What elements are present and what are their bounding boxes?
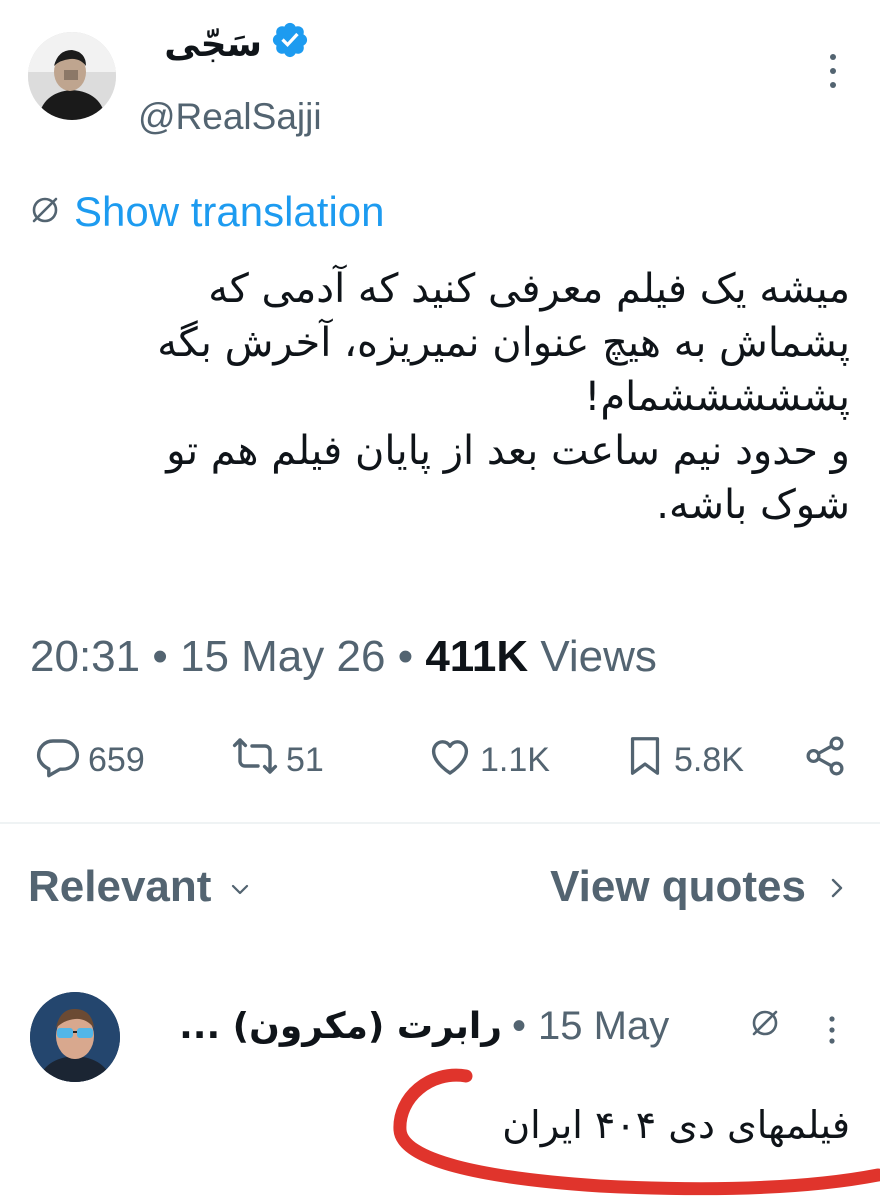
- reply-sort-dropdown[interactable]: Relevant: [28, 862, 251, 912]
- show-translation-button[interactable]: Show translation: [28, 184, 385, 240]
- more-options-icon[interactable]: [818, 46, 848, 96]
- bookmark-button[interactable]: 5.8K: [622, 732, 744, 789]
- reply-meta: • 15 May: [512, 998, 669, 1054]
- verified-badge-icon: [270, 20, 310, 69]
- reply-icon: [34, 732, 82, 789]
- tweet-detail-page: سَجّی @RealSajji Show translation میشه ی…: [0, 0, 880, 1199]
- tweet-time[interactable]: 20:31: [30, 632, 140, 681]
- bookmark-count: 5.8K: [674, 740, 744, 779]
- sort-label: Relevant: [28, 862, 212, 911]
- tweet-meta: 20:31 • 15 May 26 • 411K Views: [30, 632, 657, 682]
- tweet-text-line: میشه یک فیلم معرفی کنید که آدمی که: [208, 266, 850, 312]
- tweet-text: میشه یک فیلم معرفی کنید که آدمی که پشماش…: [40, 262, 850, 532]
- chevron-right-icon: [828, 862, 846, 912]
- author-name-text: سَجّی: [164, 23, 262, 65]
- reply-author-name[interactable]: رابرت (مکرون) ...: [152, 998, 502, 1054]
- tweet-text-line: شوک باشه.: [656, 482, 850, 528]
- meta-separator: •: [152, 632, 168, 681]
- repost-icon: [230, 732, 280, 789]
- reply-text: فیلمهای دی ۴۰۴ ایران: [502, 1103, 850, 1147]
- tweet-date[interactable]: 15 May 26: [180, 632, 385, 681]
- share-icon: [802, 732, 848, 789]
- reply-count: 659: [88, 740, 145, 779]
- meta-separator: •: [512, 1003, 527, 1048]
- show-translation-label: Show translation: [74, 188, 385, 235]
- section-divider: [0, 822, 880, 824]
- translate-icon: [748, 1006, 782, 1044]
- views-count: 411K: [425, 632, 529, 681]
- author-handle[interactable]: @RealSajji: [138, 96, 322, 138]
- author-display-name[interactable]: سَجّی: [140, 14, 310, 74]
- reply-button[interactable]: 659: [34, 732, 145, 789]
- translate-icon: [28, 193, 62, 231]
- tweet-text-line: پشماش به هیچ عنوان نمیریزه، آخرش بگه: [157, 320, 850, 366]
- bookmark-icon: [622, 732, 668, 789]
- heart-icon: [426, 732, 474, 789]
- meta-separator: •: [397, 632, 414, 681]
- like-button[interactable]: 1.1K: [426, 732, 550, 789]
- views-label: Views: [540, 632, 657, 681]
- tweet-action-bar: 659 51 1.1K 5.8K: [34, 732, 854, 788]
- tweet-text-line: و حدود نیم ساعت بعد از پایان فیلم هم تو: [166, 428, 850, 474]
- view-quotes-label: View quotes: [550, 862, 806, 911]
- share-button[interactable]: [802, 732, 848, 789]
- reply-date[interactable]: 15 May: [538, 1004, 669, 1049]
- repost-button[interactable]: 51: [230, 732, 324, 789]
- reply-author-avatar[interactable]: [30, 992, 120, 1082]
- tweet-text-line: پشششششمام!: [584, 374, 850, 420]
- more-options-icon[interactable]: [820, 1010, 844, 1054]
- chevron-down-icon: [229, 862, 251, 912]
- like-count: 1.1K: [480, 740, 550, 779]
- author-avatar[interactable]: [28, 32, 116, 120]
- repost-count: 51: [286, 740, 324, 779]
- view-quotes-link[interactable]: View quotes: [550, 862, 846, 912]
